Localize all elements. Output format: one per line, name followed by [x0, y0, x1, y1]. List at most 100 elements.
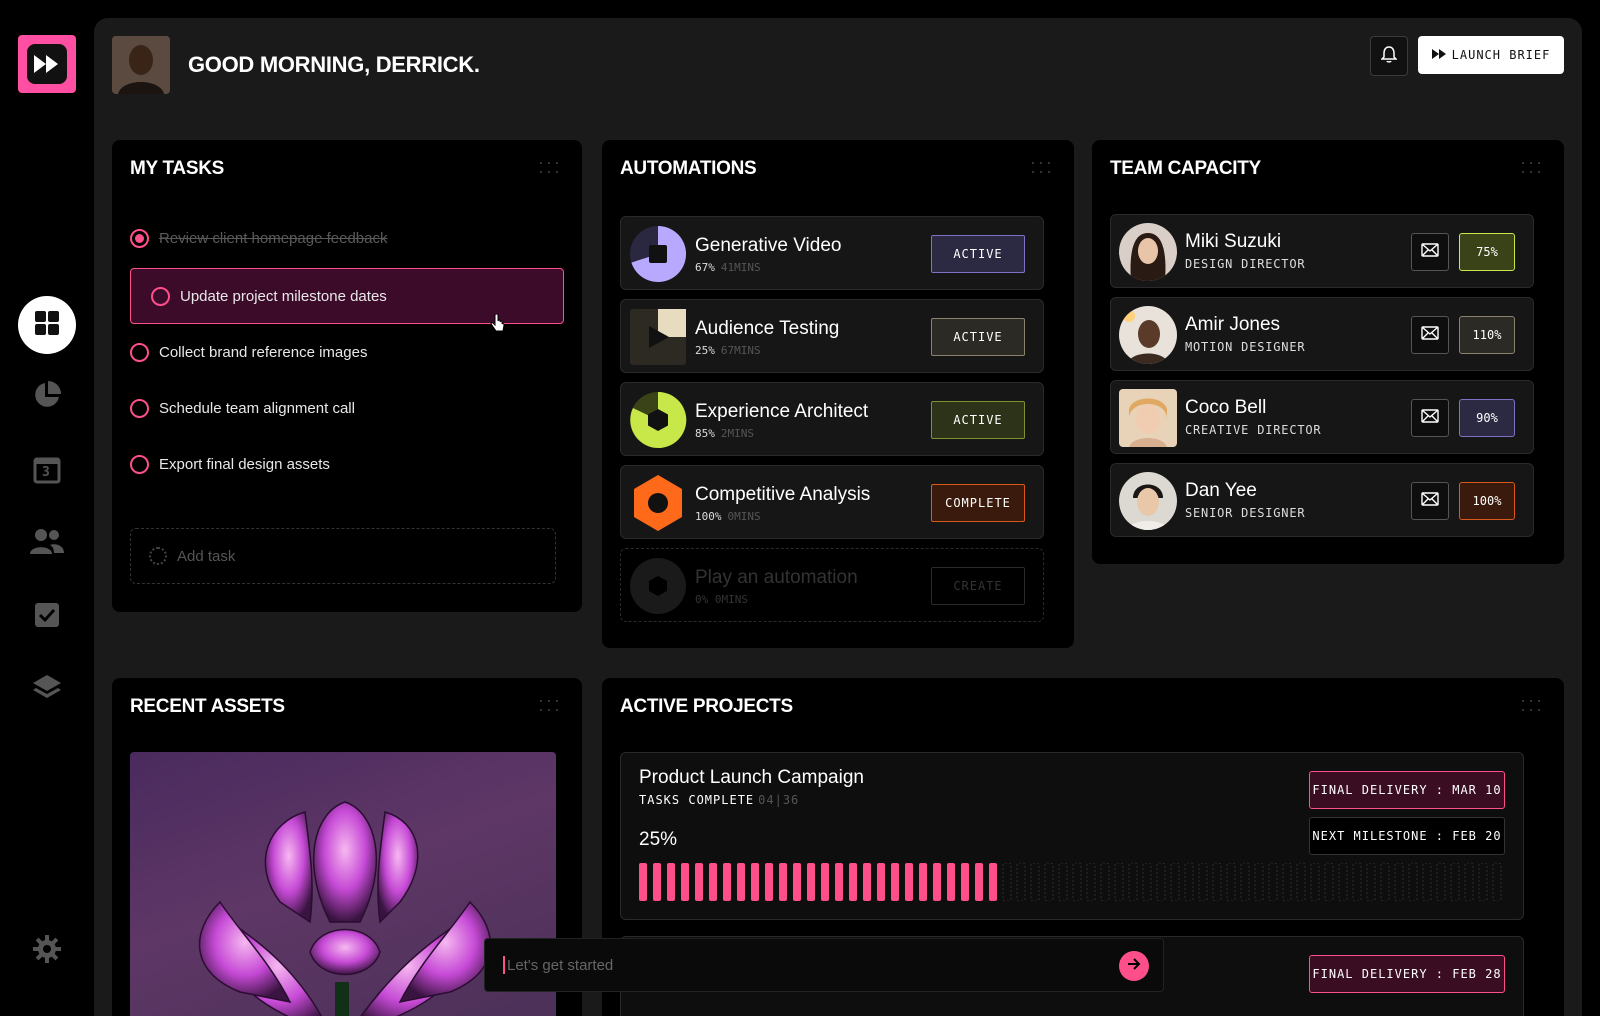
bell-icon [1380, 45, 1398, 68]
avatar [1119, 223, 1177, 281]
progress-segment-filled [653, 863, 661, 901]
automation-status-button[interactable]: COMPLETE [931, 484, 1025, 522]
progress-segment-empty [1030, 863, 1040, 901]
progress-segment-empty [1338, 863, 1348, 901]
project-percent: 25% [639, 829, 678, 850]
more-options-icon[interactable] [540, 162, 560, 176]
message-button[interactable] [1411, 233, 1449, 271]
avatar [1119, 472, 1177, 530]
project-card[interactable]: Product Launch Campaign TASKS COMPLETE 04… [620, 752, 1524, 920]
capacity-badge: 90% [1459, 399, 1515, 437]
target-icon [629, 474, 687, 532]
progress-segment-filled [681, 863, 689, 901]
checkbox-icon [34, 602, 60, 633]
progress-segment-empty [1380, 863, 1390, 901]
progress-segment-empty [1072, 863, 1082, 901]
prompt-input[interactable] [507, 956, 1087, 974]
message-button[interactable] [1411, 316, 1449, 354]
progress-segment-empty [1044, 863, 1054, 901]
sidebar-item-dashboard[interactable] [18, 296, 76, 354]
automation-item[interactable]: Experience Architect 85% 2MINS ACTIVE [620, 382, 1044, 456]
progress-segment-empty [1058, 863, 1068, 901]
user-avatar[interactable] [112, 36, 170, 94]
member-role: MOTION DESIGNER [1185, 340, 1306, 354]
automation-placeholder[interactable]: Play an automation 0% 0MINS CREATE [620, 548, 1044, 622]
card-title: TEAM CAPACITY [1110, 158, 1261, 179]
automation-item[interactable]: Generative Video 67% 41MINS ACTIVE [620, 216, 1044, 290]
automation-status-button[interactable]: ACTIVE [931, 401, 1025, 439]
fast-forward-icon [27, 44, 67, 84]
automation-item[interactable]: Audience Testing 25% 67MINS ACTIVE [620, 299, 1044, 373]
task-checkbox[interactable] [151, 286, 170, 306]
more-options-icon[interactable] [1032, 162, 1052, 176]
message-button[interactable] [1411, 482, 1449, 520]
progress-segment-filled [737, 863, 745, 901]
tasks-count: 04|36 [758, 793, 800, 807]
sidebar-item-analytics[interactable] [18, 368, 76, 426]
more-options-icon[interactable] [540, 700, 560, 714]
task-label: Review client homepage feedback [159, 229, 388, 247]
team-member[interactable]: Dan Yee SENIOR DESIGNER 100% [1110, 463, 1534, 537]
message-button[interactable] [1411, 399, 1449, 437]
task-checkbox[interactable] [130, 398, 149, 418]
member-role: CREATIVE DIRECTOR [1185, 423, 1322, 437]
team-member[interactable]: Coco Bell CREATIVE DIRECTOR 90% [1110, 380, 1534, 454]
capacity-badge: 75% [1459, 233, 1515, 271]
arrow-right-icon [1127, 957, 1141, 976]
task-label: Export final design assets [159, 455, 330, 473]
automation-percent: 85% [695, 427, 715, 440]
task-checkbox[interactable] [130, 228, 149, 248]
automation-status-button[interactable]: ACTIVE [931, 235, 1025, 273]
create-automation-button[interactable]: CREATE [931, 567, 1025, 605]
task-checkbox[interactable] [130, 454, 149, 474]
progress-segment-empty [1170, 863, 1180, 901]
video-icon [629, 225, 687, 283]
sidebar-item-team[interactable] [18, 514, 76, 572]
automation-meta: 85% 2MINS [695, 427, 754, 440]
hexagon-icon [629, 557, 687, 615]
automation-status-button[interactable]: ACTIVE [931, 318, 1025, 356]
notifications-button[interactable] [1370, 36, 1408, 76]
launch-brief-button[interactable]: LAUNCH BRIEF [1418, 36, 1564, 74]
sidebar-item-layers[interactable] [18, 661, 76, 719]
task-label: Collect brand reference images [159, 343, 368, 361]
progress-segment-empty [1016, 863, 1026, 901]
avatar [1119, 389, 1177, 447]
team-member[interactable]: Miki Suzuki DESIGN DIRECTOR 75% [1110, 214, 1534, 288]
progress-segment-empty [1352, 863, 1362, 901]
sidebar-item-calendar[interactable]: 3 [18, 441, 76, 499]
progress-segment-filled [835, 863, 843, 901]
mail-icon [1421, 408, 1439, 428]
send-button[interactable] [1119, 951, 1149, 981]
task-item[interactable]: Export final design assets [130, 436, 564, 492]
progress-segment-filled [947, 863, 955, 901]
app-logo[interactable] [18, 35, 76, 93]
more-options-icon[interactable] [1522, 700, 1542, 714]
task-item[interactable]: Schedule team alignment call [130, 380, 564, 436]
avatar [1119, 306, 1177, 364]
sidebar-item-settings[interactable] [18, 922, 76, 980]
progress-segment-empty [1310, 863, 1320, 901]
team-member[interactable]: Amir Jones MOTION DESIGNER 110% [1110, 297, 1534, 371]
automation-name: Competitive Analysis [695, 484, 871, 505]
progress-segment-filled [905, 863, 913, 901]
progress-segment-empty [1296, 863, 1306, 901]
progress-segment-empty [1492, 863, 1502, 901]
progress-segment-empty [1240, 863, 1250, 901]
mail-icon [1421, 242, 1439, 262]
member-name: Miki Suzuki [1185, 231, 1282, 252]
automation-meta: 67% 41MINS [695, 261, 761, 274]
progress-segment-filled [807, 863, 815, 901]
task-checkbox[interactable] [130, 342, 149, 362]
progress-segment-filled [821, 863, 829, 901]
more-options-icon[interactable] [1522, 162, 1542, 176]
progress-segment-empty [1422, 863, 1432, 901]
task-item[interactable]: Review client homepage feedback [130, 210, 564, 266]
automation-item[interactable]: Competitive Analysis 100% 0MINS COMPLETE [620, 465, 1044, 539]
team-capacity-card: TEAM CAPACITY Miki Suzuki DESIGN DIRECTO… [1092, 140, 1564, 564]
sidebar-item-tasks[interactable] [18, 588, 76, 646]
next-milestone-badge: NEXT MILESTONE : FEB 20 [1309, 817, 1505, 855]
card-title: MY TASKS [130, 158, 225, 179]
automation-percent: 25% [695, 344, 715, 357]
add-task-input[interactable]: Add task [130, 528, 556, 584]
